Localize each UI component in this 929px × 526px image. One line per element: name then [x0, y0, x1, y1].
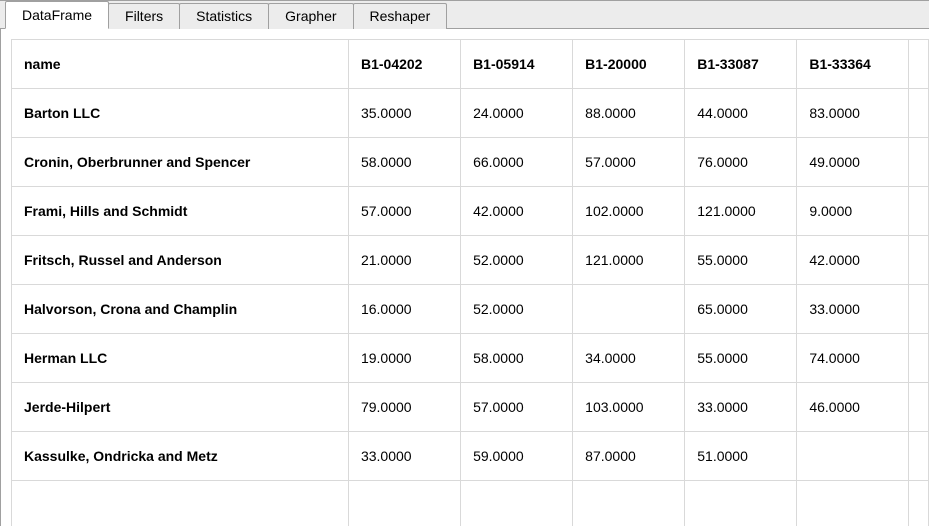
cell-value[interactable]: 55.0000 [685, 334, 797, 383]
cell-value[interactable]: 46.0000 [797, 383, 909, 432]
cell-name[interactable]: Herman LLC [12, 334, 349, 383]
table-row[interactable]: Kassulke, Ondricka and Metz 33.0000 59.0… [12, 432, 929, 481]
data-grid: name B1-04202 B1-05914 B1-20000 B1-33087… [11, 39, 929, 526]
column-header-b1-20000[interactable]: B1-20000 [573, 40, 685, 89]
tab-filters[interactable]: Filters [108, 3, 180, 29]
cell-name[interactable]: Frami, Hills and Schmidt [12, 187, 349, 236]
cell-value[interactable]: 24.0000 [461, 89, 573, 138]
table-row[interactable]: Frami, Hills and Schmidt 57.0000 42.0000… [12, 187, 929, 236]
cell-value[interactable]: 16.0000 [348, 285, 460, 334]
cell-value[interactable]: 57.0000 [461, 383, 573, 432]
cell-name[interactable] [12, 481, 349, 526]
table-row[interactable]: Jerde-Hilpert 79.0000 57.0000 103.0000 3… [12, 383, 929, 432]
cell-name[interactable]: Barton LLC [12, 89, 349, 138]
cell-overflow[interactable] [909, 236, 929, 285]
cell-value[interactable]: 34.0000 [573, 334, 685, 383]
cell-value[interactable]: 57.0000 [348, 187, 460, 236]
cell-value[interactable]: 52.0000 [461, 285, 573, 334]
cell-value[interactable]: 19.0000 [348, 334, 460, 383]
cell-value[interactable]: 121.0000 [685, 187, 797, 236]
cell-value[interactable]: 58.0000 [461, 334, 573, 383]
cell-value[interactable]: 121.0000 [573, 236, 685, 285]
cell-name[interactable]: Halvorson, Crona and Champlin [12, 285, 349, 334]
tab-statistics[interactable]: Statistics [179, 3, 269, 29]
cell-overflow[interactable] [909, 187, 929, 236]
tab-label: Statistics [196, 8, 252, 24]
cell-overflow[interactable] [909, 285, 929, 334]
cell-value[interactable]: 79.0000 [348, 383, 460, 432]
table-row[interactable]: Cronin, Oberbrunner and Spencer 58.0000 … [12, 138, 929, 187]
cell-name[interactable]: Jerde-Hilpert [12, 383, 349, 432]
tab-grapher[interactable]: Grapher [268, 3, 353, 29]
cell-value[interactable]: 58.0000 [348, 138, 460, 187]
cell-value[interactable]: 66.0000 [461, 138, 573, 187]
column-header-b1-33364[interactable]: B1-33364 [797, 40, 909, 89]
tab-label: Grapher [285, 8, 336, 24]
tab-label: Reshaper [370, 8, 431, 24]
cell-value[interactable]: 21.0000 [348, 236, 460, 285]
cell-value[interactable]: 103.0000 [573, 383, 685, 432]
column-header-b1-33087[interactable]: B1-33087 [685, 40, 797, 89]
cell-value[interactable]: 35.0000 [348, 89, 460, 138]
column-header-b1-04202[interactable]: B1-04202 [348, 40, 460, 89]
cell-overflow[interactable] [909, 89, 929, 138]
cell-value[interactable]: 76.0000 [685, 138, 797, 187]
cell-overflow[interactable] [909, 432, 929, 481]
cell-value[interactable]: 9.0000 [797, 187, 909, 236]
cell-value[interactable]: 102.0000 [573, 187, 685, 236]
cell-value[interactable]: 88.0000 [573, 89, 685, 138]
cell-overflow[interactable] [909, 138, 929, 187]
cell-value[interactable]: 33.0000 [685, 383, 797, 432]
tab-dataframe[interactable]: DataFrame [5, 1, 109, 29]
cell-value[interactable]: 74.0000 [797, 334, 909, 383]
column-header-name[interactable]: name [12, 40, 349, 89]
cell-value[interactable]: 87.0000 [573, 432, 685, 481]
column-header-overflow[interactable] [909, 40, 929, 89]
cell-value[interactable]: 59.0000 [461, 432, 573, 481]
cell-overflow[interactable] [909, 481, 929, 526]
cell-value[interactable] [461, 481, 573, 526]
column-header-b1-05914[interactable]: B1-05914 [461, 40, 573, 89]
cell-overflow[interactable] [909, 383, 929, 432]
cell-value[interactable] [797, 481, 909, 526]
cell-value[interactable]: 55.0000 [685, 236, 797, 285]
tab-reshaper[interactable]: Reshaper [353, 3, 448, 29]
cell-name[interactable]: Fritsch, Russel and Anderson [12, 236, 349, 285]
cell-overflow[interactable] [909, 334, 929, 383]
cell-value[interactable] [348, 481, 460, 526]
dataframe-panel: name B1-04202 B1-05914 B1-20000 B1-33087… [0, 29, 929, 526]
data-grid-viewport[interactable]: name B1-04202 B1-05914 B1-20000 B1-33087… [11, 39, 929, 526]
cell-value[interactable]: 49.0000 [797, 138, 909, 187]
app-window: DataFrame Filters Statistics Grapher Res… [0, 0, 929, 526]
cell-value[interactable]: 83.0000 [797, 89, 909, 138]
table-row[interactable]: Barton LLC 35.0000 24.0000 88.0000 44.00… [12, 89, 929, 138]
cell-value[interactable]: 42.0000 [461, 187, 573, 236]
cell-value[interactable]: 57.0000 [573, 138, 685, 187]
data-grid-body: Barton LLC 35.0000 24.0000 88.0000 44.00… [12, 89, 929, 526]
cell-value[interactable]: 42.0000 [797, 236, 909, 285]
table-row[interactable]: Herman LLC 19.0000 58.0000 34.0000 55.00… [12, 334, 929, 383]
tab-label: DataFrame [22, 7, 92, 23]
tab-label: Filters [125, 8, 163, 24]
cell-value[interactable] [685, 481, 797, 526]
cell-value[interactable]: 52.0000 [461, 236, 573, 285]
cell-value[interactable] [797, 432, 909, 481]
cell-name[interactable]: Cronin, Oberbrunner and Spencer [12, 138, 349, 187]
cell-name[interactable]: Kassulke, Ondricka and Metz [12, 432, 349, 481]
cell-value[interactable]: 65.0000 [685, 285, 797, 334]
cell-value[interactable] [573, 285, 685, 334]
table-row[interactable] [12, 481, 929, 526]
table-row[interactable]: Fritsch, Russel and Anderson 21.0000 52.… [12, 236, 929, 285]
cell-value[interactable]: 51.0000 [685, 432, 797, 481]
cell-value[interactable] [573, 481, 685, 526]
cell-value[interactable]: 44.0000 [685, 89, 797, 138]
cell-value[interactable]: 33.0000 [348, 432, 460, 481]
header-row: name B1-04202 B1-05914 B1-20000 B1-33087… [12, 40, 929, 89]
tab-strip: DataFrame Filters Statistics Grapher Res… [0, 1, 929, 29]
cell-value[interactable]: 33.0000 [797, 285, 909, 334]
table-row[interactable]: Halvorson, Crona and Champlin 16.0000 52… [12, 285, 929, 334]
